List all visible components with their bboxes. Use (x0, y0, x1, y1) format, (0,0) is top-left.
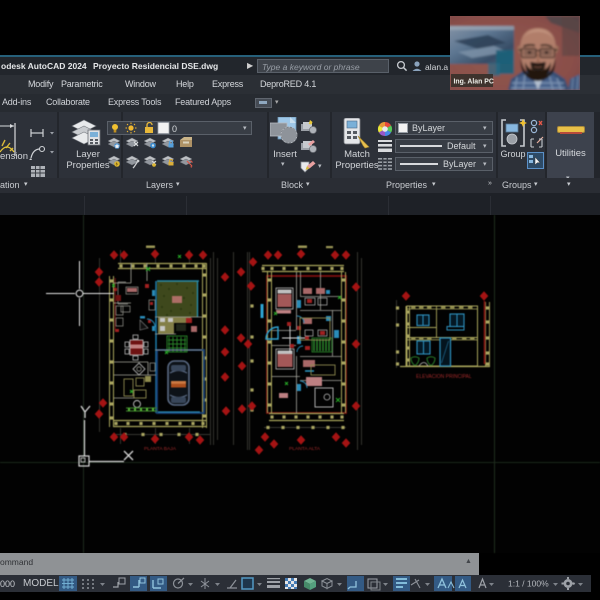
svg-text:1:1 / 100%: 1:1 / 100% (508, 579, 549, 589)
svg-text:PLANTA ALTA: PLANTA ALTA (289, 446, 321, 452)
svg-text:Ing. Alan PC: Ing. Alan PC (454, 79, 494, 86)
svg-text:ELEVACION PRINCIPAL: ELEVACION PRINCIPAL (416, 374, 472, 380)
svg-text:PLANTA BAJA: PLANTA BAJA (144, 446, 177, 452)
